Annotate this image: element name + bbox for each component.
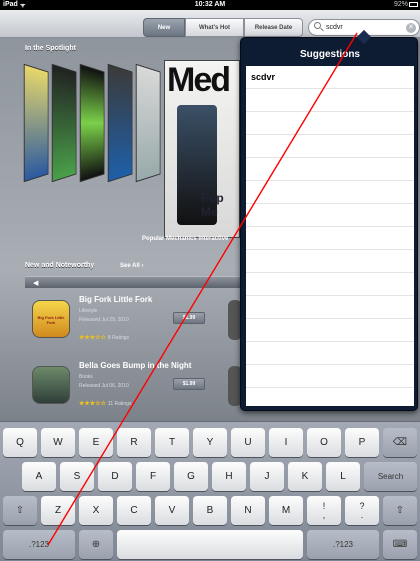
status-bar: iPad ᯤ 10:32 AM 92% xyxy=(0,0,420,10)
key-g[interactable]: G xyxy=(174,462,208,491)
key-i[interactable]: I xyxy=(269,428,303,457)
on-screen-keyboard: Q W E R T Y U I O P ⌫ A S D F G H J K L … xyxy=(0,421,420,561)
key-h[interactable]: H xyxy=(212,462,246,491)
numbers-key[interactable]: .?123 xyxy=(3,530,75,559)
spotlight-featured-cover[interactable]: Med Pop Me xyxy=(164,60,240,238)
tab-whats-hot[interactable]: What's Hot xyxy=(185,18,244,37)
app-ratings-count: 11 Ratings xyxy=(107,401,132,407)
key-w[interactable]: W xyxy=(41,428,75,457)
app-ratings-count: 8 Ratings xyxy=(107,335,130,341)
app-stars: ★★★☆☆ xyxy=(79,401,106,407)
key-r[interactable]: R xyxy=(117,428,151,457)
suggestion-item[interactable]: scdvr xyxy=(251,72,275,82)
spotlight-heading: In the Spotlight xyxy=(25,45,76,52)
new-noteworthy-heading: New and Noteworthy xyxy=(25,262,95,269)
app-icon-label: Big Fork Little Fork xyxy=(37,315,65,325)
key-d[interactable]: D xyxy=(98,462,132,491)
ipad-screen: iPad ᯤ 10:32 AM 92% New What's Hot Relea… xyxy=(0,0,420,561)
magazine-masthead: Med xyxy=(167,61,231,99)
app-icon xyxy=(32,366,70,404)
key-exclamation-comma[interactable]: !, xyxy=(307,496,341,525)
key-n[interactable]: N xyxy=(231,496,265,525)
search-input[interactable]: scdvr xyxy=(326,24,343,31)
key-m[interactable]: M xyxy=(269,496,303,525)
new-noteworthy-bar: ◀ xyxy=(25,276,245,288)
clear-search-icon[interactable]: ✕ xyxy=(406,23,416,33)
key-b[interactable]: B xyxy=(193,496,227,525)
key-f[interactable]: F xyxy=(136,462,170,491)
numbers-key[interactable]: .?123 xyxy=(307,530,379,559)
key-p[interactable]: P xyxy=(345,428,379,457)
search-icon xyxy=(314,22,321,29)
see-all-link[interactable]: See All › xyxy=(120,263,143,269)
key-z[interactable]: Z xyxy=(41,496,75,525)
app-category: Lifestyle xyxy=(79,308,98,314)
key-x[interactable]: X xyxy=(79,496,113,525)
key-k[interactable]: K xyxy=(288,462,322,491)
app-category: Books xyxy=(79,374,93,380)
app-card[interactable]: Big Fork Little Fork Big Fork Little For… xyxy=(25,290,245,352)
key-question-period[interactable]: ?. xyxy=(345,496,379,525)
key-u[interactable]: U xyxy=(231,428,265,457)
price-button[interactable]: $1.99 xyxy=(173,312,205,324)
key-e[interactable]: E xyxy=(79,428,113,457)
key-bottom-glyph: , xyxy=(322,509,326,520)
key-t[interactable]: T xyxy=(155,428,189,457)
clock: 10:32 AM xyxy=(194,1,226,8)
app-rating: ★★★☆☆ 8 Ratings xyxy=(79,334,129,341)
key-bottom-glyph: . xyxy=(360,509,364,520)
app-stars: ★★★☆☆ xyxy=(79,335,106,341)
space-bar[interactable] xyxy=(117,530,303,559)
app-release-date: Released Jul 06, 2010 xyxy=(79,383,129,389)
store-toolbar: New What's Hot Release Date scdvr ✕ xyxy=(0,10,420,38)
app-rating: ★★★☆☆ 11 Ratings xyxy=(79,400,131,407)
see-all-label: See All xyxy=(120,263,140,269)
key-a[interactable]: A xyxy=(22,462,56,491)
spotlight-cover[interactable] xyxy=(79,63,105,183)
shift-icon[interactable]: ⇧ xyxy=(383,496,417,525)
app-card[interactable]: Bella Goes Bump in the Night Books Relea… xyxy=(25,356,245,418)
spotlight-cover[interactable] xyxy=(135,63,161,183)
price-button[interactable]: $1.99 xyxy=(173,378,205,390)
suggestions-list: scdvr xyxy=(246,66,414,406)
key-j[interactable]: J xyxy=(250,462,284,491)
key-o[interactable]: O xyxy=(307,428,341,457)
backspace-icon[interactable]: ⌫ xyxy=(383,428,417,457)
spotlight-cover[interactable] xyxy=(23,63,49,183)
scroll-left-icon[interactable]: ◀ xyxy=(33,279,38,287)
shift-icon[interactable]: ⇧ xyxy=(3,496,37,525)
key-y[interactable]: Y xyxy=(193,428,227,457)
app-title: Bella Goes Bump in the Night xyxy=(79,361,192,370)
magazine-sub: Pop Me xyxy=(201,191,224,219)
key-l[interactable]: L xyxy=(326,462,360,491)
key-s[interactable]: S xyxy=(60,462,94,491)
spotlight-cover[interactable] xyxy=(107,63,133,183)
suggestions-title: Suggestions xyxy=(299,48,360,60)
app-release-date: Released Jul 29, 2010 xyxy=(79,317,129,323)
tab-release-date[interactable]: Release Date xyxy=(244,18,303,37)
key-c[interactable]: C xyxy=(117,496,151,525)
tab-new[interactable]: New xyxy=(143,18,185,37)
hide-keyboard-icon[interactable]: ⌨ xyxy=(383,530,417,559)
key-q[interactable]: Q xyxy=(3,428,37,457)
suggestions-popover: Suggestions scdvr xyxy=(240,29,418,411)
battery-icon xyxy=(409,2,418,7)
globe-icon[interactable]: ⊕ xyxy=(79,530,113,559)
app-icon: Big Fork Little Fork xyxy=(32,300,70,338)
battery-percent: 92% xyxy=(393,1,408,8)
spotlight-cover[interactable] xyxy=(51,63,77,183)
key-v[interactable]: V xyxy=(155,496,189,525)
search-key[interactable]: Search xyxy=(364,462,417,491)
spotlight-caption: Popular Mechanics Interactive xyxy=(142,236,229,242)
app-title: Big Fork Little Fork xyxy=(79,295,153,304)
